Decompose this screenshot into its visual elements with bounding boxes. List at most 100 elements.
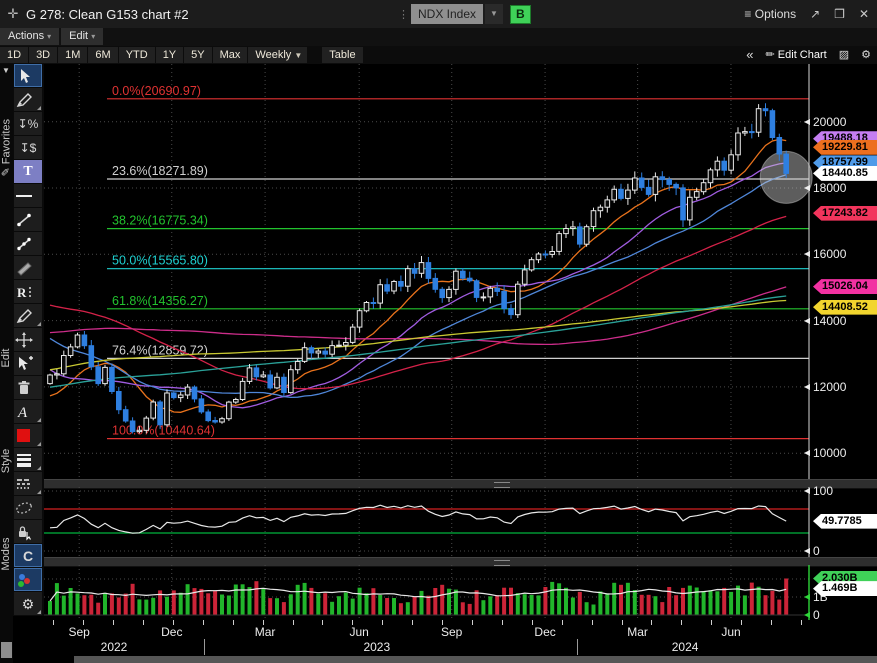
month-tick xyxy=(771,620,773,625)
frequency-dropdown[interactable]: Weekly ▼ xyxy=(248,47,308,63)
menu-bar: Actions ▾ Edit ▾ xyxy=(0,28,877,46)
svg-text:23.6%(18271.89): 23.6%(18271.89) xyxy=(112,164,208,178)
month-tick xyxy=(801,620,802,625)
period-3d-button[interactable]: 3D xyxy=(29,47,58,63)
close-icon[interactable]: ✕ xyxy=(859,7,869,21)
maximize-icon[interactable]: ❒ xyxy=(834,7,845,21)
draw-pencil-tool[interactable] xyxy=(14,304,42,327)
bottom-scrollbar[interactable] xyxy=(74,656,877,663)
sidebar-section-favorites[interactable]: ✎ Favorites xyxy=(0,119,13,177)
table-button[interactable]: Table xyxy=(322,47,363,63)
font-style-picker[interactable]: A xyxy=(14,400,42,423)
month-tick xyxy=(202,620,204,625)
cursor-tool[interactable] xyxy=(14,64,42,87)
volume-panel-canvas[interactable] xyxy=(44,565,877,620)
security-ticker-field[interactable]: NDX Index xyxy=(411,4,484,24)
actions-menu[interactable]: Actions ▾ xyxy=(0,28,60,45)
lock-annotations-toggle[interactable] xyxy=(14,520,42,543)
polyline-tool[interactable] xyxy=(14,232,42,255)
delete-annotation-tool[interactable] xyxy=(14,376,42,399)
ma-price-chip: 15026.04 xyxy=(813,279,877,295)
month-tick xyxy=(142,620,144,625)
month-tick xyxy=(711,620,713,625)
svg-text:100.0%(10440.64): 100.0%(10440.64) xyxy=(112,424,215,438)
month-label: Dec xyxy=(534,625,556,639)
period-1y-button[interactable]: 1Y xyxy=(155,47,184,63)
channel-tool[interactable] xyxy=(14,256,42,279)
period-1m-button[interactable]: 1M xyxy=(58,47,88,63)
collapse-toolbar-button[interactable]: « xyxy=(746,47,753,62)
magnet-mode-toggle[interactable]: C xyxy=(14,544,42,567)
sidebar-section-strip: ▼ ✎ Favorites Edit Style Modes xyxy=(0,64,13,663)
swatch-icon xyxy=(17,428,30,442)
dropdown-corner-icon xyxy=(37,490,41,494)
cursorplus-icon xyxy=(19,355,33,370)
pencil-icon: ✏ xyxy=(765,49,778,61)
ellipse-tool[interactable] xyxy=(14,496,42,519)
chart-settings[interactable]: ⚙ xyxy=(14,592,42,615)
cursor-icon xyxy=(21,68,30,83)
linewidth-icon xyxy=(17,453,31,467)
fib-retracement-price-tool[interactable]: ↧$ xyxy=(14,136,42,159)
svg-text:R: R xyxy=(17,285,27,300)
line-width-picker[interactable] xyxy=(14,448,42,471)
period-toolbar: 1D 3D 1M 6M YTD 1Y 5Y Max Weekly ▼ Table « ✏ Ed… xyxy=(0,46,877,64)
rsi-tick-label: 0 xyxy=(804,544,820,558)
dropdown-corner-icon xyxy=(37,610,41,614)
trendline-pencil-tool[interactable] xyxy=(14,88,42,111)
dots-icon xyxy=(18,573,30,587)
drag-grip-icon: ⋮ xyxy=(398,8,409,21)
period-ytd-button[interactable]: YTD xyxy=(118,47,155,63)
dropdown-corner-icon xyxy=(37,106,41,110)
price-tick-label: 12000 xyxy=(803,379,847,394)
multicolor-mode-toggle[interactable] xyxy=(14,568,42,591)
month-label: Mar xyxy=(627,625,648,639)
security-dropdown-caret-icon[interactable]: ▼ xyxy=(485,4,503,24)
period-6m-button[interactable]: 6M xyxy=(88,47,118,63)
period-5y-button[interactable]: 5Y xyxy=(184,47,212,63)
line-style-picker[interactable] xyxy=(14,472,42,495)
horizontal-line-tool[interactable] xyxy=(14,184,42,207)
month-tick xyxy=(681,620,683,625)
month-tick xyxy=(591,620,593,625)
year-label: 2023 xyxy=(363,640,391,654)
annotation-list-icon[interactable]: ▨ xyxy=(839,48,849,61)
fibdol-icon: ↧$ xyxy=(19,140,37,155)
sidebar-section-edit[interactable]: Edit xyxy=(0,338,12,378)
b-badge[interactable]: B xyxy=(509,4,531,24)
month-label: Mar xyxy=(254,625,276,639)
sidebar-scroll-thumb[interactable] xyxy=(1,642,12,658)
regression-tool[interactable]: R xyxy=(14,280,42,303)
title-bar: ✛ G 278: Clean G153 chart #2 ⋮ NDX Index… xyxy=(0,0,877,29)
sma-10w-line xyxy=(49,138,787,413)
sidebar-section-modes[interactable]: Modes xyxy=(0,534,12,574)
ellipse-icon xyxy=(16,501,32,514)
volume-tick-label: 0 xyxy=(804,608,820,622)
accordion-collapse-icon[interactable]: ▼ xyxy=(2,66,10,75)
fib-retracement-percent-tool[interactable]: ↧% xyxy=(14,112,42,135)
period-1d-button[interactable]: 1D xyxy=(0,47,29,63)
move-icon xyxy=(15,331,33,348)
chart-gear-icon[interactable]: ⚙ xyxy=(861,48,871,61)
edit-menu[interactable]: Edit ▾ xyxy=(61,28,104,45)
svg-text:61.8%(14356.27): 61.8%(14356.27) xyxy=(112,294,208,308)
segment-tool[interactable] xyxy=(14,208,42,231)
svg-text:38.2%(16775.34): 38.2%(16775.34) xyxy=(112,214,208,228)
chart-area[interactable]: 0.0%(20690.97) 23.6%(18271.89) 38.2%(16775… xyxy=(44,64,877,663)
bloomberg-chart-window: ✛ G 278: Clean G153 chart #2 ⋮ NDX Index… xyxy=(0,0,877,663)
price-chart-canvas[interactable]: 0.0%(20690.97) 23.6%(18271.89) 38.2%(16775… xyxy=(44,64,877,479)
period-max-button[interactable]: Max xyxy=(212,47,248,63)
move-tool[interactable] xyxy=(14,328,42,351)
year-separator xyxy=(577,639,579,655)
select-add-tool[interactable] xyxy=(14,352,42,375)
color-swatch-picker[interactable] xyxy=(14,424,42,447)
window-anchor-icon[interactable]: ✛ xyxy=(0,6,26,22)
popout-icon[interactable]: ↗ xyxy=(810,7,820,21)
month-tick xyxy=(322,620,324,625)
ma-price-chip: 14408.52 xyxy=(813,299,877,315)
rsi-panel-canvas[interactable] xyxy=(44,487,877,557)
sidebar-section-style[interactable]: Style xyxy=(0,441,12,481)
text-annotation-tool[interactable]: T xyxy=(14,160,42,183)
edit-chart-button[interactable]: ✏ Edit Chart xyxy=(766,48,827,61)
options-menu[interactable]: ≡ Options xyxy=(744,7,796,21)
